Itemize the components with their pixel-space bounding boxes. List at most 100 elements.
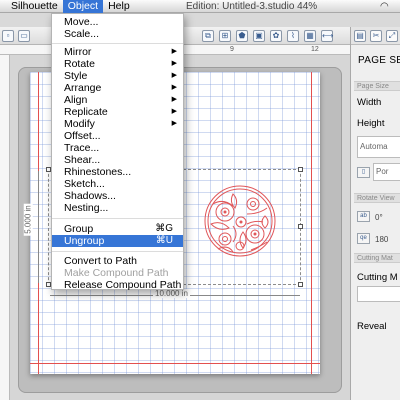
ruler-number-12: 12 bbox=[311, 46, 319, 53]
panel-toolbar: ▤ ✂ ⤢ bbox=[351, 27, 400, 45]
ornament-flower bbox=[222, 236, 228, 242]
flower-icon[interactable]: ✿ bbox=[270, 30, 282, 42]
rotate-0-label: 0° bbox=[375, 213, 383, 222]
flip-icon[interactable]: ⟷ bbox=[321, 30, 333, 42]
menu-item-label: Arrange bbox=[64, 82, 102, 94]
portrait-icon[interactable]: ▯ bbox=[357, 167, 370, 178]
submenu-arrow-icon: ▶ bbox=[171, 60, 177, 67]
menu-item-label: Replicate bbox=[64, 106, 108, 118]
page-settings-icon[interactable]: ▤ bbox=[354, 30, 366, 42]
group-icon[interactable]: ⊞ bbox=[219, 30, 231, 42]
rotate-0-icon[interactable]: ab bbox=[357, 211, 370, 222]
cutting-mat-label: Cutting M bbox=[357, 272, 398, 283]
cut-border-bottom bbox=[30, 363, 320, 364]
menu-item-sketch[interactable]: Sketch... bbox=[52, 178, 183, 190]
menu-object[interactable]: Object bbox=[62, 0, 104, 13]
menu-bar: Silhouette Object Help Edition: Untitled… bbox=[0, 0, 400, 13]
reveal-label: Reveal bbox=[357, 321, 387, 332]
grid-icon[interactable]: ▦ bbox=[304, 30, 316, 42]
page-settings-panel: ▤ ✂ ⤢ PAGE SET Page Size Width Height Au… bbox=[350, 27, 400, 400]
new-file-icon[interactable]: ▫ bbox=[2, 30, 14, 42]
ornament-dot bbox=[223, 210, 227, 214]
submenu-arrow-icon: ▶ bbox=[171, 84, 177, 91]
menu-item-rotate[interactable]: Rotate ▶ bbox=[52, 58, 183, 70]
ornament-leaf bbox=[239, 231, 247, 249]
menu-item-label: Rotate bbox=[64, 58, 95, 70]
submenu-arrow-icon: ▶ bbox=[171, 120, 177, 127]
selection-handle-tr[interactable] bbox=[298, 167, 303, 172]
menu-item-group[interactable]: Group ⌘G bbox=[52, 223, 183, 235]
ornament-design[interactable] bbox=[203, 184, 277, 258]
submenu-arrow-icon: ▶ bbox=[171, 108, 177, 115]
media-size-dropdown[interactable]: Automa bbox=[357, 136, 400, 158]
wifi-icon: ◠ bbox=[380, 1, 389, 12]
section-cutting-mat: Cutting Mat bbox=[354, 253, 400, 263]
ornament-flower bbox=[246, 197, 260, 211]
ornament-dot bbox=[239, 220, 243, 224]
shortcut-label: ⌘U bbox=[155, 235, 173, 246]
menu-item-label: Modify bbox=[64, 118, 95, 130]
menu-silhouette[interactable]: Silhouette bbox=[6, 0, 63, 13]
width-label: Width bbox=[357, 97, 382, 108]
orientation-field[interactable]: Por bbox=[373, 163, 400, 181]
ornament-flower bbox=[218, 232, 232, 246]
object-menu-dropdown: Move... Scale... Mirror ▶ Rotate ▶ Style ▶ … bbox=[51, 13, 184, 291]
ornament-flower bbox=[250, 201, 256, 207]
menu-item-release-compound-path[interactable]: Release Compound Path bbox=[52, 279, 183, 291]
menu-item-arrange[interactable]: Arrange ▶ bbox=[52, 82, 183, 94]
menu-separator bbox=[52, 251, 183, 252]
menu-item-label: Align bbox=[64, 94, 88, 106]
menu-item-style[interactable]: Style ▶ bbox=[52, 70, 183, 82]
menu-item-rhinestones[interactable]: Rhinestones... bbox=[52, 166, 183, 178]
pentagon-icon[interactable]: ⬟ bbox=[236, 30, 248, 42]
menu-item-nesting[interactable]: Nesting... bbox=[52, 202, 183, 214]
submenu-arrow-icon: ▶ bbox=[171, 96, 177, 103]
section-page-size: Page Size bbox=[354, 81, 400, 91]
menu-item-trace[interactable]: Trace... bbox=[52, 142, 183, 154]
cutting-mat-dropdown[interactable] bbox=[357, 286, 400, 302]
menu-item-scale[interactable]: Scale... bbox=[52, 28, 183, 40]
menu-item-make-compound-path: Make Compound Path bbox=[64, 267, 169, 279]
menu-item-mirror[interactable]: Mirror ▶ bbox=[52, 46, 183, 58]
menu-separator bbox=[52, 218, 183, 219]
selection-handle-mr[interactable] bbox=[298, 224, 303, 229]
menu-item-ungroup[interactable]: Ungroup ⌘U bbox=[52, 235, 183, 247]
height-label: Height bbox=[357, 118, 385, 129]
vertical-ruler bbox=[0, 55, 10, 400]
selection-handle-br[interactable] bbox=[298, 282, 303, 287]
menu-item-replicate[interactable]: Replicate ▶ bbox=[52, 106, 183, 118]
shape-icon[interactable]: ▣ bbox=[253, 30, 265, 42]
open-file-icon[interactable]: ▭ bbox=[18, 30, 30, 42]
menu-help[interactable]: Help bbox=[103, 0, 135, 13]
submenu-arrow-icon: ▶ bbox=[171, 72, 177, 79]
menu-item-label: Ungroup bbox=[64, 235, 105, 247]
submenu-arrow-icon: ▶ bbox=[171, 48, 177, 55]
menu-item-shear[interactable]: Shear... bbox=[52, 154, 183, 166]
window-title: Edition: Untitled-3.studio 44% bbox=[186, 1, 318, 12]
menu-item-label: Group bbox=[64, 223, 94, 235]
rotate-180-icon[interactable]: qe bbox=[357, 233, 370, 244]
section-rotate-view: Rotate View bbox=[354, 193, 400, 203]
cut-settings-icon[interactable]: ✂ bbox=[370, 30, 382, 42]
menu-item-shadows[interactable]: Shadows... bbox=[52, 190, 183, 202]
transform-icon[interactable]: ⤢ bbox=[386, 30, 398, 42]
cut-border-right bbox=[311, 72, 312, 374]
menu-item-move[interactable]: Move... bbox=[52, 16, 183, 28]
ornament-dot bbox=[253, 232, 257, 236]
panel-title: PAGE SET bbox=[358, 55, 400, 66]
ornament-leaf bbox=[210, 222, 230, 230]
menu-item-align[interactable]: Align ▶ bbox=[52, 94, 183, 106]
duplicate-icon[interactable]: ⧉ bbox=[202, 30, 214, 42]
menu-item-offset[interactable]: Offset... bbox=[52, 130, 183, 142]
knife-icon[interactable]: ⌇ bbox=[287, 30, 299, 42]
menu-item-convert-to-path[interactable]: Convert to Path bbox=[52, 255, 183, 267]
menu-separator bbox=[52, 43, 183, 44]
rotate-180-label: 180 bbox=[375, 235, 389, 244]
menu-item-modify[interactable]: Modify ▶ bbox=[52, 118, 183, 130]
height-dimension-line bbox=[38, 171, 39, 283]
menu-item-label: Mirror bbox=[64, 46, 92, 58]
height-dimension-label: 5.000 in bbox=[23, 203, 33, 236]
shortcut-label: ⌘G bbox=[155, 223, 173, 234]
ruler-number-9: 9 bbox=[230, 46, 234, 53]
menu-item-label: Style bbox=[64, 70, 88, 82]
